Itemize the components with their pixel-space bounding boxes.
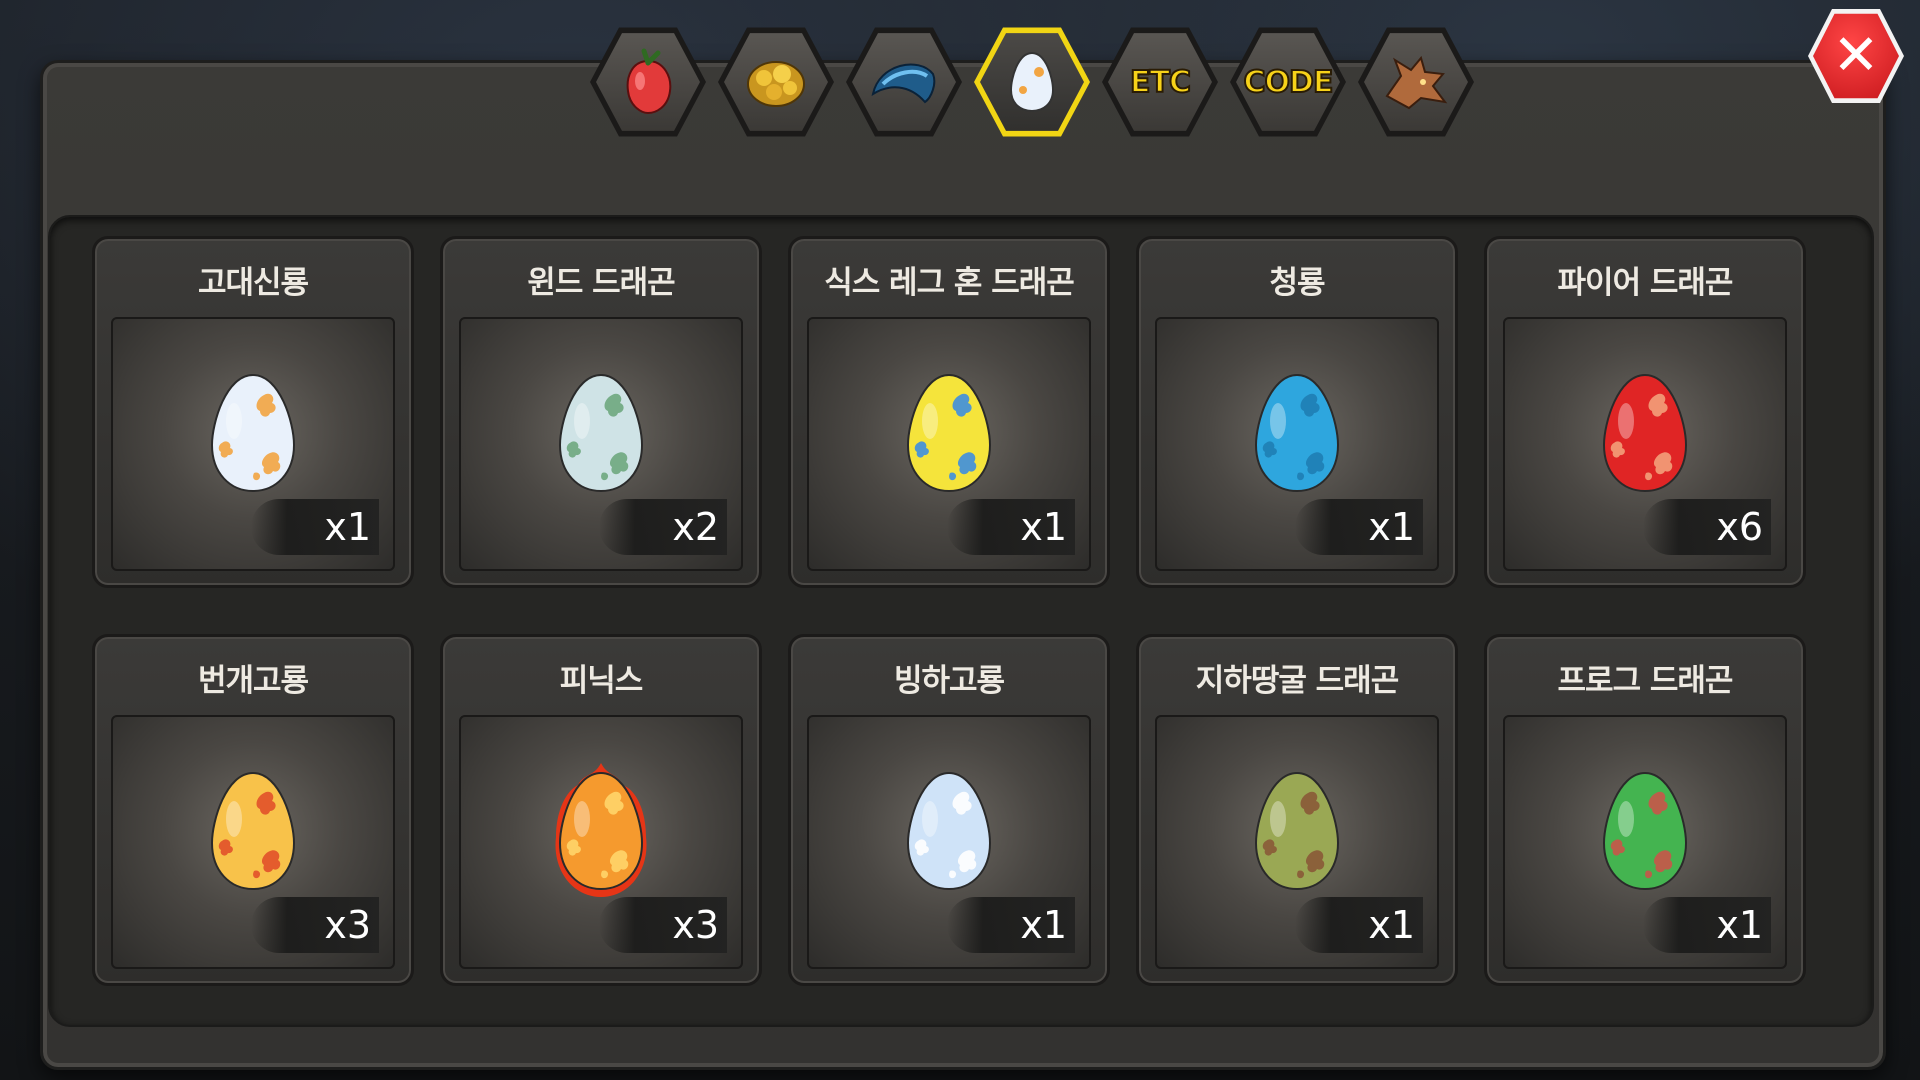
egg-card[interactable]: 고대신룡 x1 (92, 236, 414, 588)
egg-icon (894, 361, 1004, 503)
tab-gold[interactable] (718, 27, 834, 137)
egg-card[interactable]: 파이어 드래곤 x6 (1484, 236, 1806, 588)
tab-scale[interactable] (846, 27, 962, 137)
egg-quantity: x1 (1643, 897, 1771, 953)
egg-card[interactable]: 번개고룡 x3 (92, 634, 414, 986)
egg-name: 지하땅굴 드래곤 (1195, 663, 1399, 699)
egg-name: 윈드 드래곤 (527, 265, 675, 301)
egg-image-frame: x3 (111, 715, 395, 969)
egg-card[interactable]: 프로그 드래곤 x1 (1484, 634, 1806, 986)
egg-name: 빙하고룡 (893, 663, 1005, 699)
tab-etc-label: ETC (1129, 64, 1192, 101)
tab-code-label: CODE (1243, 64, 1335, 101)
egg-name: 청룡 (1269, 265, 1325, 301)
egg-card[interactable]: 빙하고룡 x1 (788, 634, 1110, 986)
egg-icon (1242, 759, 1352, 901)
egg-name: 고대신룡 (197, 265, 309, 301)
egg-card[interactable]: 청룡 x1 (1136, 236, 1458, 588)
egg-image-frame: x1 (1503, 715, 1787, 969)
egg-icon (1242, 361, 1352, 503)
egg-icon (546, 759, 656, 901)
tab-fruit[interactable] (590, 27, 706, 137)
egg-card[interactable]: 피닉스 x3 (440, 634, 762, 986)
egg-quantity: x1 (251, 499, 379, 555)
egg-quantity: x1 (947, 897, 1075, 953)
egg-quantity: x3 (251, 897, 379, 953)
egg-image-frame: x2 (459, 317, 743, 571)
egg-name: 파이어 드래곤 (1557, 265, 1734, 301)
egg-icon (1590, 759, 1700, 901)
egg-image-frame: x6 (1503, 317, 1787, 571)
egg-name: 번개고룡 (197, 663, 309, 699)
egg-quantity: x1 (1295, 499, 1423, 555)
egg-icon (1009, 51, 1055, 113)
egg-quantity: x3 (599, 897, 727, 953)
egg-icon (198, 759, 308, 901)
tab-etc[interactable]: ETC (1102, 27, 1218, 137)
egg-quantity: x2 (599, 499, 727, 555)
egg-image-frame: x1 (807, 715, 1091, 969)
egg-image-frame: x1 (111, 317, 395, 571)
blue-scale-icon (871, 63, 936, 104)
egg-card[interactable]: 지하땅굴 드래곤 x1 (1136, 634, 1458, 986)
egg-card[interactable]: 윈드 드래곤 x2 (440, 236, 762, 588)
egg-image-frame: x3 (459, 715, 743, 969)
dragon-head-icon (1385, 55, 1448, 110)
tab-code[interactable]: CODE (1230, 27, 1346, 137)
egg-quantity: x1 (1295, 897, 1423, 953)
egg-icon (198, 361, 308, 503)
egg-icon (546, 361, 656, 503)
egg-icon (1590, 361, 1700, 503)
egg-image-frame: x1 (1155, 317, 1439, 571)
egg-icon (894, 759, 1004, 901)
category-tabs: ETC CODE (590, 14, 1490, 144)
egg-quantity: x1 (947, 499, 1075, 555)
egg-name: 식스 레그 혼 드래곤 (824, 265, 1075, 301)
egg-quantity: x6 (1643, 499, 1771, 555)
egg-image-frame: x1 (1155, 715, 1439, 969)
close-x-icon: ✕ (1832, 23, 1880, 88)
egg-image-frame: x1 (807, 317, 1091, 571)
gold-nugget-icon (747, 61, 805, 107)
egg-name: 프로그 드래곤 (1557, 663, 1734, 699)
egg-name: 피닉스 (559, 663, 644, 699)
egg-card[interactable]: 식스 레그 혼 드래곤 x1 (788, 236, 1110, 588)
tab-egg[interactable] (974, 27, 1090, 137)
red-fruit-icon (626, 48, 672, 115)
tab-dragon[interactable] (1358, 27, 1474, 137)
